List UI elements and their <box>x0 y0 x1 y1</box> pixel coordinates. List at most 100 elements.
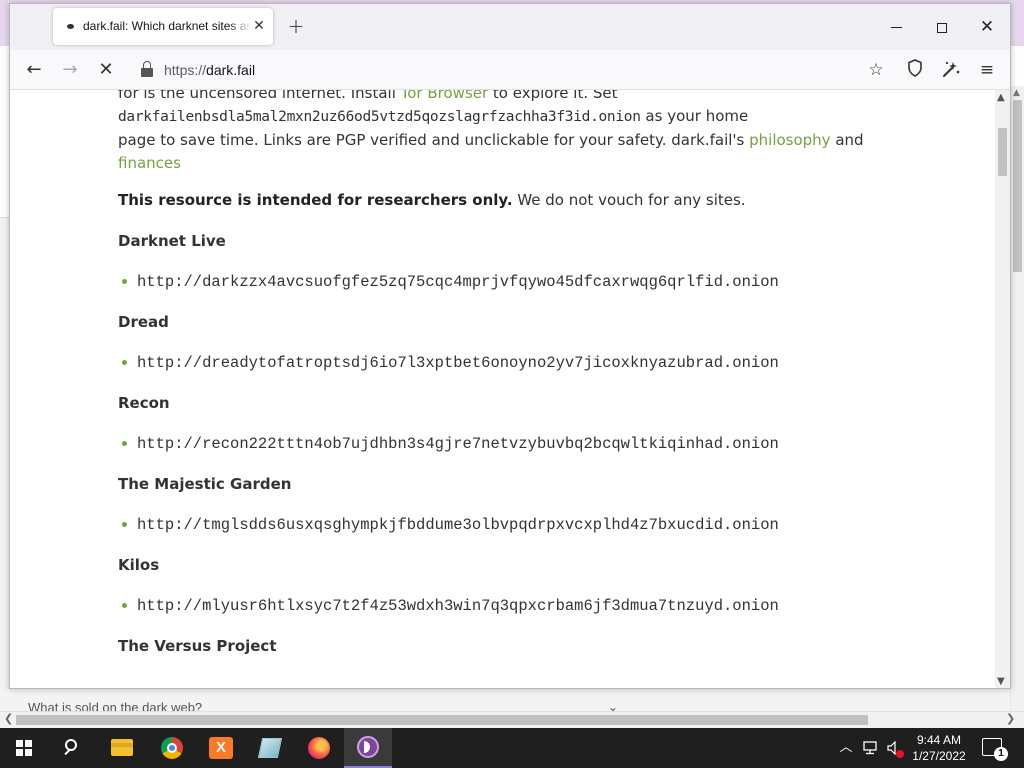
tor-icon <box>357 736 379 758</box>
chrome-icon <box>161 737 183 759</box>
site-url-text: http://recon222tttn4ob7ujdhbn3s4gjre7net… <box>137 435 779 453</box>
windows-logo-icon <box>16 740 32 756</box>
close-window-button[interactable]: ✕ <box>975 15 999 39</box>
site-entry: The Versus Project <box>118 635 888 657</box>
notepad-icon <box>257 738 283 758</box>
page-scroll-thumb[interactable] <box>998 128 1007 176</box>
intro-text-3: as your home <box>640 107 749 125</box>
notification-center-icon[interactable]: 1 <box>982 738 1008 761</box>
scroll-up-arrow-icon[interactable]: ▲ <box>1013 88 1020 98</box>
lock-icon[interactable] <box>140 61 154 77</box>
site-onion-url: http://dreadytofatroptsdj6io7l3xptbet6on… <box>118 353 888 373</box>
forward-arrow-icon[interactable]: → <box>58 58 82 82</box>
new-tab-button[interactable]: + <box>286 16 306 36</box>
volume-muted-icon[interactable] <box>884 728 906 768</box>
scroll-right-arrow-icon[interactable]: ❯ <box>1006 712 1015 725</box>
browser-window: dark.fail: Which darknet sites are onlin… <box>9 3 1011 689</box>
scroll-up-arrow-icon[interactable]: ▲ <box>997 92 1005 103</box>
site-name: Darknet Live <box>118 232 226 250</box>
background-hscroll-thumb[interactable] <box>16 715 868 725</box>
taskbar: X ︿ 9:44 AM 1/27/2022 1 <box>0 728 1024 768</box>
intro-text-4: page to save time. Links are PGP verifie… <box>118 131 750 149</box>
site-onion-url: http://mlyusr6htlxsyc7t2f4z53wdxh3win7q3… <box>118 596 888 616</box>
show-hidden-icons-chevron-icon[interactable]: ︿ <box>836 728 856 768</box>
search-button[interactable] <box>48 728 96 768</box>
stop-loading-icon[interactable]: ✕ <box>94 58 118 82</box>
site-url-text: http://dreadytofatroptsdj6io7l3xptbet6on… <box>137 354 779 372</box>
site-name: Recon <box>118 394 170 412</box>
minimize-button[interactable] <box>884 15 908 39</box>
background-vertical-scrollbar[interactable]: ▲ <box>1010 86 1024 712</box>
search-icon <box>65 739 77 751</box>
site-favicon-icon <box>67 24 74 29</box>
site-onion-url: http://recon222tttn4ob7ujdhbn3s4gjre7net… <box>118 434 888 454</box>
active-tab[interactable]: dark.fail: Which darknet sites are onlin… <box>53 8 273 45</box>
bullet-icon <box>122 360 127 366</box>
scroll-down-arrow-icon[interactable]: ▼ <box>997 676 1005 687</box>
bullet-icon <box>122 522 127 528</box>
navigation-toolbar: ← → ✕ https://dark.fail ☆ ≡ <box>10 50 1010 90</box>
site-entry: The Majestic Garden http://tmglsdds6usxq… <box>118 473 888 535</box>
site-entry: Kilos http://mlyusr6htlxsyc7t2f4z53wdxh3… <box>118 554 888 616</box>
notice-bold: This resource is intended for researcher… <box>118 191 513 209</box>
folder-icon <box>111 739 133 756</box>
site-entry: Recon http://recon222tttn4ob7ujdhbn3s4gj… <box>118 392 888 454</box>
site-name: The Majestic Garden <box>118 475 292 493</box>
tab-title: dark.fail: Which darknet sites are onlin… <box>83 19 251 33</box>
network-icon[interactable] <box>860 728 882 768</box>
xampp-button[interactable]: X <box>197 728 245 768</box>
page-vertical-scrollbar[interactable]: ▲ ▼ <box>995 90 1010 688</box>
address-bar[interactable]: https://dark.fail <box>128 56 870 84</box>
maximize-icon <box>937 22 947 33</box>
site-onion-url: http://darkzzx4avcsuofgfez5zq75cqc4mprjv… <box>118 272 888 292</box>
star-icon[interactable]: ☆ <box>865 59 887 81</box>
site-entry: Darknet Live http://darkzzx4avcsuofgfez5… <box>118 230 888 292</box>
url-host: dark.fail <box>206 62 256 78</box>
back-arrow-icon[interactable]: ← <box>22 58 46 82</box>
intro-text-2: to explore it. Set <box>488 90 618 102</box>
site-url-text: http://darkzzx4avcsuofgfez5zq75cqc4mprjv… <box>137 273 779 291</box>
intro-and: and <box>830 131 864 149</box>
notice-text: We do not vouch for any sites. <box>512 191 746 209</box>
bullet-icon <box>122 441 127 447</box>
tor-browser-button[interactable] <box>344 728 392 768</box>
home-onion-address: darkfailenbsdla5mal2mxn2uz66od5vtzd5qozs… <box>118 109 641 125</box>
notification-count-badge: 1 <box>994 747 1008 761</box>
url-scheme: https:// <box>164 62 207 78</box>
chrome-button[interactable] <box>148 728 196 768</box>
site-name: Kilos <box>118 556 160 574</box>
clock-date: 1/27/2022 <box>912 749 966 763</box>
notepad-button[interactable] <box>246 728 294 768</box>
hamburger-menu-icon[interactable]: ≡ <box>976 59 998 81</box>
background-horizontal-scrollbar[interactable]: ❮ ❯ <box>0 711 1024 727</box>
tor-browser-link[interactable]: Tor Browser <box>401 90 489 102</box>
system-clock[interactable]: 9:44 AM 1/27/2022 <box>908 732 970 764</box>
site-onion-url: http://tmglsdds6usxqsghympkjfbddume3olbv… <box>118 515 888 535</box>
extension-icon[interactable] <box>940 59 962 81</box>
maximize-button[interactable] <box>930 15 954 39</box>
background-scroll-thumb[interactable] <box>1013 100 1022 272</box>
philosophy-link[interactable]: philosophy <box>749 131 830 149</box>
finances-link[interactable]: finances <box>118 154 181 172</box>
start-button[interactable] <box>0 728 48 768</box>
bullet-icon <box>122 279 127 285</box>
site-name: Dread <box>118 313 169 331</box>
tab-strip: dark.fail: Which darknet sites are onlin… <box>10 4 1010 50</box>
intro-paragraph: for is the uncensored internet. Install … <box>118 90 888 175</box>
file-explorer-button[interactable] <box>98 728 146 768</box>
site-url-text: http://mlyusr6htlxsyc7t2f4z53wdxh3win7q3… <box>137 597 779 615</box>
tab-close-icon[interactable]: ✕ <box>251 17 267 35</box>
url-text[interactable]: https://dark.fail <box>164 62 255 78</box>
clock-time: 9:44 AM <box>916 733 962 747</box>
shield-icon[interactable] <box>904 59 926 81</box>
scroll-left-arrow-icon[interactable]: ❮ <box>4 712 13 725</box>
xampp-icon: X <box>209 737 233 759</box>
minimize-icon <box>890 27 902 28</box>
site-url-text: http://tmglsdds6usxqsghympkjfbddume3olbv… <box>137 516 779 534</box>
firefox-icon <box>308 737 330 759</box>
site-entry: Dread http://dreadytofatroptsdj6io7l3xpt… <box>118 311 888 373</box>
page-content: for is the uncensored internet. Install … <box>10 90 995 688</box>
firefox-button[interactable] <box>295 728 343 768</box>
intro-text-1: for is the uncensored internet. Install <box>118 90 401 102</box>
researcher-notice: This resource is intended for researcher… <box>118 189 888 211</box>
